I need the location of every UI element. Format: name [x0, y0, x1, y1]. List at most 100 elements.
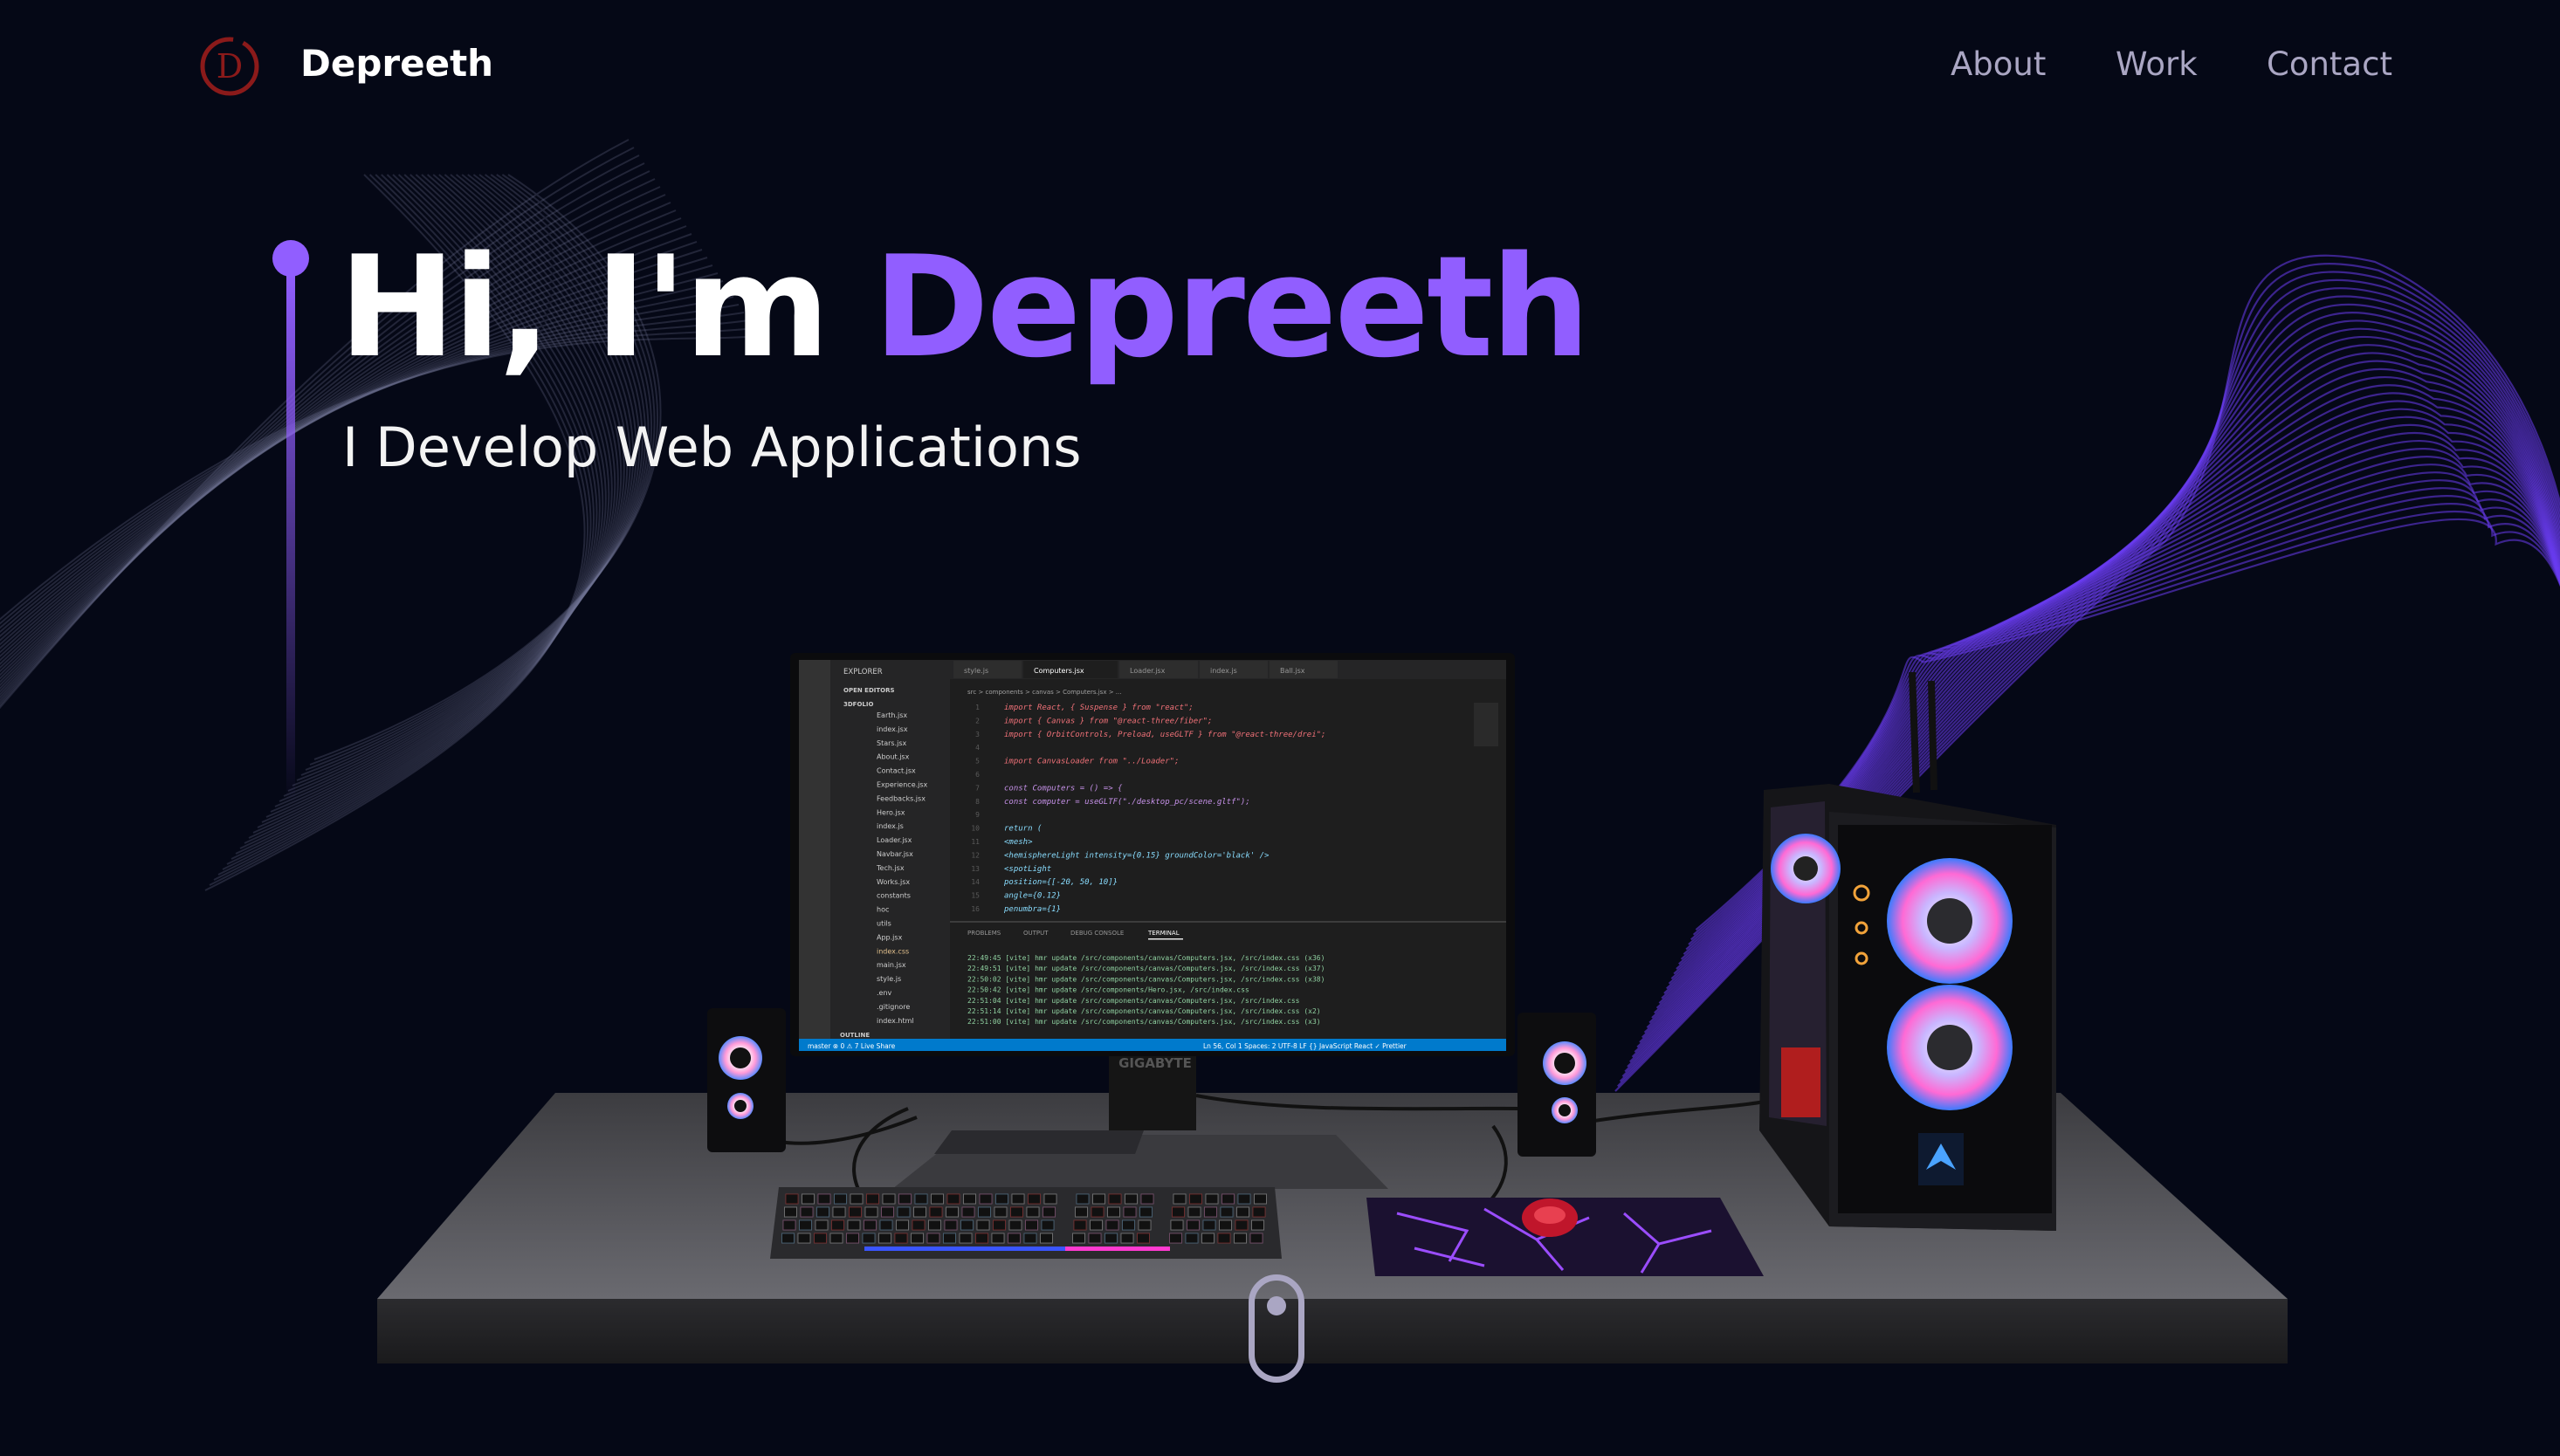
line-number: 3	[975, 731, 980, 738]
keyboard-key	[963, 1193, 976, 1205]
brand-name[interactable]: Depreeth	[300, 42, 493, 85]
keyboard-key	[1091, 1206, 1105, 1218]
keyboard-key	[817, 1193, 831, 1205]
code-line: const Computers = () => {	[1004, 784, 1123, 793]
file-item[interactable]: index.js	[877, 822, 904, 830]
line-number: 10	[971, 825, 980, 833]
keyboard-key	[1025, 1219, 1038, 1231]
file-item[interactable]: Hero.jsx	[877, 808, 905, 816]
terminal-line: 22:51:00 [vite] hmr update /src/componen…	[967, 1018, 1321, 1026]
desktop-pc-scene[interactable]: EXPLORER OPEN EDITORS 3DFOLIO Earth.jsx i…	[0, 0, 2560, 1456]
file-item[interactable]: hoc	[877, 906, 889, 914]
file-item[interactable]: Contact.jsx	[877, 767, 916, 775]
file-item[interactable]: main.jsx	[877, 961, 906, 969]
file-item[interactable]: Earth.jsx	[877, 711, 907, 719]
keyboard-key	[978, 1206, 991, 1218]
keyboard-key	[879, 1219, 893, 1231]
keyboard-key	[881, 1206, 894, 1218]
file-item[interactable]: utils	[877, 920, 891, 928]
file-item[interactable]: Experience.jsx	[877, 781, 928, 789]
keyboard-key	[1237, 1193, 1251, 1205]
navbar: D Depreeth About Work Contact	[0, 0, 2560, 135]
keyboard-key	[928, 1219, 941, 1231]
svg-text:D: D	[217, 47, 243, 86]
keyboard-key	[911, 1233, 924, 1244]
file-item[interactable]: index.css	[877, 947, 909, 955]
code-line: <mesh>	[1004, 838, 1033, 847]
keyboard-key	[994, 1206, 1008, 1218]
keyboard-key	[1139, 1206, 1153, 1218]
code-line: const computer = useGLTF("./desktop_pc/s…	[1004, 798, 1250, 807]
file-item[interactable]: Loader.jsx	[877, 836, 912, 844]
keyboard-key	[1170, 1219, 1184, 1231]
file-item[interactable]: .gitignore	[877, 1003, 910, 1011]
panel-tab[interactable]: PROBLEMS	[967, 930, 1001, 937]
keyboard-key	[1137, 1233, 1150, 1244]
keyboard-key	[1185, 1233, 1199, 1244]
keyboard	[770, 1187, 1282, 1259]
keyboard-key	[1140, 1193, 1154, 1205]
line-number: 9	[975, 811, 980, 819]
keyboard-key	[991, 1233, 1005, 1244]
file-item[interactable]: Stars.jsx	[877, 739, 907, 747]
keyboard-key	[1076, 1193, 1090, 1205]
code-line: import React, { Suspense } from "react";	[1004, 704, 1194, 712]
keyboard-key	[1090, 1219, 1103, 1231]
line-number: 13	[971, 865, 980, 873]
keyboard-key	[1249, 1233, 1263, 1244]
keyboard-key	[1008, 1219, 1022, 1231]
gaming-mouse	[1522, 1198, 1578, 1237]
file-item[interactable]: style.js	[877, 975, 901, 983]
panel-tab[interactable]: DEBUG CONSOLE	[1070, 930, 1124, 937]
keyboard-key	[1043, 1193, 1057, 1205]
keyboard-key	[929, 1206, 943, 1218]
keyboard-key	[1252, 1206, 1266, 1218]
file-item[interactable]: Navbar.jsx	[877, 850, 913, 858]
line-number: 6	[975, 771, 980, 779]
keyboard-key	[896, 1219, 909, 1231]
nav-link-contact[interactable]: Contact	[2267, 45, 2392, 83]
keyboard-key	[1201, 1233, 1215, 1244]
keyboard-key	[961, 1206, 975, 1218]
nav-link-work[interactable]: Work	[2116, 45, 2198, 83]
keyboard-key	[1075, 1206, 1088, 1218]
logo-icon[interactable]: D	[199, 36, 260, 97]
keyboard-key	[1187, 1219, 1200, 1231]
keyboard-key	[1204, 1206, 1217, 1218]
keyboard-key	[912, 1219, 926, 1231]
line-number: 11	[971, 838, 980, 846]
hero-name: Depreeth	[873, 225, 1590, 388]
editor-tab-label: Computers.jsx	[1034, 667, 1084, 675]
scroll-down-indicator[interactable]	[1249, 1274, 1304, 1383]
keyboard-key	[800, 1206, 814, 1218]
terminal-line: 22:49:51 [vite] hmr update /src/componen…	[967, 965, 1325, 972]
file-item[interactable]: Works.jsx	[877, 878, 910, 886]
code-line: penumbra={1}	[1003, 905, 1061, 914]
keyboard-key	[1026, 1206, 1040, 1218]
panel-tab[interactable]: OUTPUT	[1023, 930, 1049, 937]
file-item[interactable]: About.jsx	[877, 753, 910, 761]
editor-tab-label: index.js	[1210, 667, 1237, 675]
keyboard-key	[797, 1233, 811, 1244]
file-item[interactable]: index.html	[877, 1017, 914, 1025]
keyboard-key	[1105, 1219, 1119, 1231]
keyboard-key	[864, 1219, 877, 1231]
panel-tab[interactable]: TERMINAL	[1147, 930, 1180, 937]
file-item[interactable]: App.jsx	[877, 933, 903, 941]
keyboard-key	[781, 1233, 795, 1244]
file-item[interactable]: Feedbacks.jsx	[877, 794, 926, 802]
keyboard-key	[785, 1193, 799, 1205]
nav-link-about[interactable]: About	[1951, 45, 2046, 83]
keyboard-key	[944, 1219, 958, 1231]
status-bar-right: Ln 56, Col 1 Spaces: 2 UTF-8 LF {} JavaS…	[1203, 1042, 1407, 1050]
keyboard-key	[832, 1206, 846, 1218]
code-line: angle={0.12}	[1004, 892, 1061, 901]
file-item[interactable]: Tech.jsx	[876, 864, 905, 872]
file-item[interactable]: constants	[877, 892, 911, 900]
editor-tab-label: style.js	[964, 667, 988, 675]
line-number: 2	[975, 717, 980, 725]
file-item[interactable]: index.jsx	[877, 725, 908, 733]
line-number: 8	[975, 798, 980, 806]
file-item[interactable]: .env	[877, 989, 892, 997]
keyboard-key	[1041, 1219, 1055, 1231]
